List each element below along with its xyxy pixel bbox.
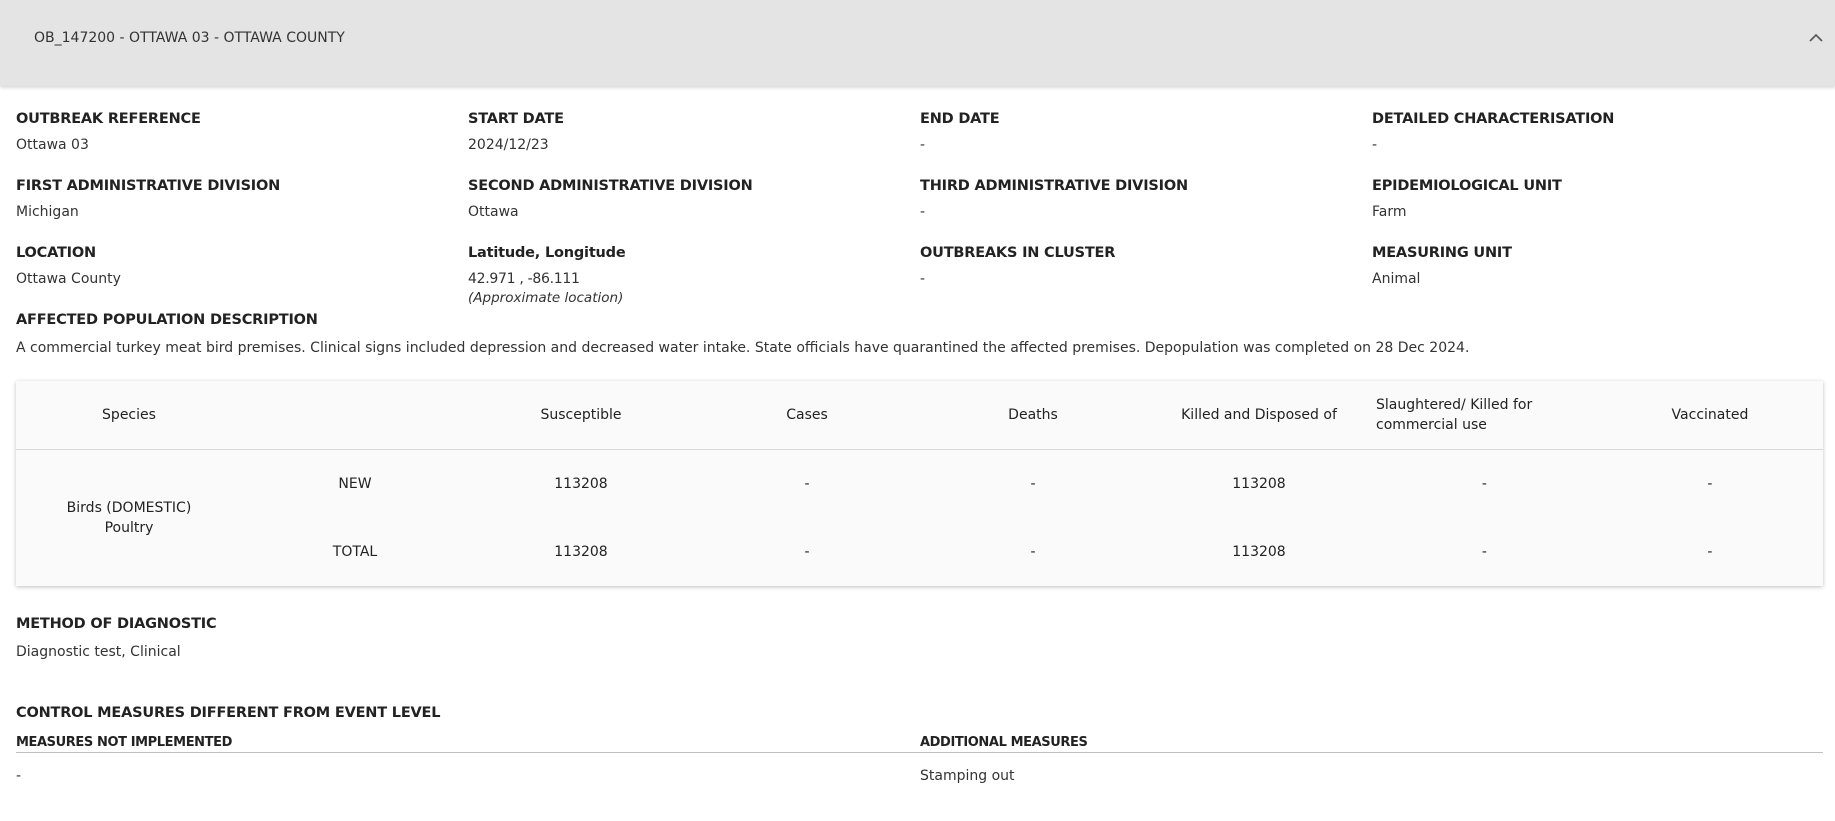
method-value: Diagnostic test, Clinical: [16, 644, 181, 660]
method-of-diagnostic-section: METHOD OF DIAGNOSTIC Diagnostic test, Cl…: [16, 616, 1819, 660]
field-outbreak-reference: OUTBREAK REFERENCE Ottawa 03: [16, 111, 468, 178]
field-label: THIRD ADMINISTRATIVE DIVISION: [920, 178, 1188, 194]
chevron-up-icon[interactable]: [1807, 28, 1825, 46]
field-second-admin-division: SECOND ADMINISTRATIVE DIVISION Ottawa: [468, 178, 920, 245]
species-table-card: Species Susceptible Cases Deaths Killed …: [16, 381, 1823, 586]
killed-disposed-cell: 113208: [1232, 544, 1286, 560]
species-cell: Birds (DOMESTIC) Poultry: [16, 450, 242, 587]
field-label: MEASURING UNIT: [1372, 245, 1512, 261]
susceptible-cell: 113208: [554, 476, 608, 492]
field-lat-long: Latitude, Longitude 42.971 , -86.111 (Ap…: [468, 245, 920, 325]
field-label: FIRST ADMINISTRATIVE DIVISION: [16, 178, 281, 194]
susceptible-cell: 113208: [554, 544, 608, 560]
period-cell: NEW: [338, 476, 372, 492]
field-value: Ottawa County: [16, 271, 121, 287]
period-cell: TOTAL: [332, 544, 378, 560]
col-header-cases: Cases: [694, 381, 920, 450]
control-measures-label: CONTROL MEASURES DIFFERENT FROM EVENT LE…: [16, 705, 441, 721]
field-label: START DATE: [468, 111, 564, 127]
outbreak-details-grid: OUTBREAK REFERENCE Ottawa 03 START DATE …: [16, 86, 1819, 325]
field-label: OUTBREAK REFERENCE: [16, 111, 201, 127]
additional-measures-label: ADDITIONAL MEASURES: [920, 735, 1823, 753]
col-header-vaccinated: Vaccinated: [1596, 381, 1823, 450]
cases-cell: -: [804, 544, 810, 560]
field-value: -: [920, 204, 926, 220]
field-value: Michigan: [16, 204, 79, 220]
field-third-admin-division: THIRD ADMINISTRATIVE DIVISION -: [920, 178, 1372, 245]
field-label: Latitude, Longitude: [468, 245, 626, 261]
field-value: Farm: [1372, 204, 1407, 220]
table-row: TOTAL 113208 - - 113208 - -: [16, 518, 1823, 586]
deaths-cell: -: [1030, 544, 1036, 560]
col-header-susceptible: Susceptible: [468, 381, 694, 450]
field-end-date: END DATE -: [920, 111, 1372, 178]
method-label: METHOD OF DIAGNOSTIC: [16, 616, 217, 632]
vaccinated-cell: -: [1707, 476, 1713, 492]
slaughtered-cell: -: [1481, 544, 1487, 560]
deaths-cell: -: [1030, 476, 1036, 492]
measures-not-implemented-label: MEASURES NOT IMPLEMENTED: [16, 735, 920, 753]
killed-disposed-cell: 113208: [1232, 476, 1286, 492]
field-detailed-characterisation: DETAILED CHARACTERISATION -: [1372, 111, 1824, 178]
table-header-row: Species Susceptible Cases Deaths Killed …: [16, 381, 1823, 450]
affected-population-text: A commercial turkey meat bird premises. …: [16, 340, 1470, 356]
vaccinated-cell: -: [1707, 544, 1713, 560]
approximate-location-note: (Approximate location): [468, 290, 624, 306]
species-name: Birds (DOMESTIC): [66, 500, 192, 516]
col-header-deaths: Deaths: [920, 381, 1146, 450]
measures-not-implemented: MEASURES NOT IMPLEMENTED -: [16, 735, 920, 784]
control-measures-section: CONTROL MEASURES DIFFERENT FROM EVENT LE…: [16, 705, 1823, 784]
table-row: Birds (DOMESTIC) Poultry NEW 113208 - - …: [16, 450, 1823, 536]
field-value: 2024/12/23: [468, 137, 549, 153]
field-outbreaks-in-cluster: OUTBREAKS IN CLUSTER -: [920, 245, 1372, 325]
field-value: Ottawa: [468, 204, 519, 220]
measures-grid: MEASURES NOT IMPLEMENTED - ADDITIONAL ME…: [16, 735, 1823, 784]
outbreak-panel-header[interactable]: OB_147200 - OTTAWA 03 - OTTAWA COUNTY: [0, 0, 1835, 86]
field-value: -: [1372, 137, 1378, 153]
slaughtered-cell: -: [1481, 476, 1487, 492]
field-label: END DATE: [920, 111, 1000, 127]
col-header-slaughtered: Slaughtered/ Killed for commercial use: [1372, 381, 1597, 450]
field-value: 42.971 , -86.111: [468, 271, 580, 287]
field-label: DETAILED CHARACTERISATION: [1372, 111, 1615, 127]
field-value: -: [920, 271, 926, 287]
field-value: Ottawa 03: [16, 137, 89, 153]
outbreak-title: OB_147200 - OTTAWA 03 - OTTAWA COUNTY: [34, 30, 345, 46]
additional-measures: ADDITIONAL MEASURES Stamping out: [920, 735, 1823, 784]
field-measuring-unit: MEASURING UNIT Animal: [1372, 245, 1824, 325]
field-first-admin-division: FIRST ADMINISTRATIVE DIVISION Michigan: [16, 178, 468, 245]
field-label: LOCATION: [16, 245, 96, 261]
col-header-period: [242, 381, 468, 450]
field-value: -: [920, 137, 926, 153]
col-header-species: Species: [16, 381, 242, 450]
species-table: Species Susceptible Cases Deaths Killed …: [16, 381, 1823, 586]
field-start-date: START DATE 2024/12/23: [468, 111, 920, 178]
col-header-killed-disposed: Killed and Disposed of: [1146, 381, 1372, 450]
field-label: SECOND ADMINISTRATIVE DIVISION: [468, 178, 753, 194]
field-value: Animal: [1372, 271, 1421, 287]
field-label: EPIDEMIOLOGICAL UNIT: [1372, 178, 1562, 194]
additional-measures-value: Stamping out: [920, 768, 1015, 784]
species-type: Poultry: [104, 520, 154, 536]
field-epidemiological-unit: EPIDEMIOLOGICAL UNIT Farm: [1372, 178, 1824, 245]
field-label: OUTBREAKS IN CLUSTER: [920, 245, 1116, 261]
cases-cell: -: [804, 476, 810, 492]
measures-not-implemented-value: -: [16, 768, 22, 784]
